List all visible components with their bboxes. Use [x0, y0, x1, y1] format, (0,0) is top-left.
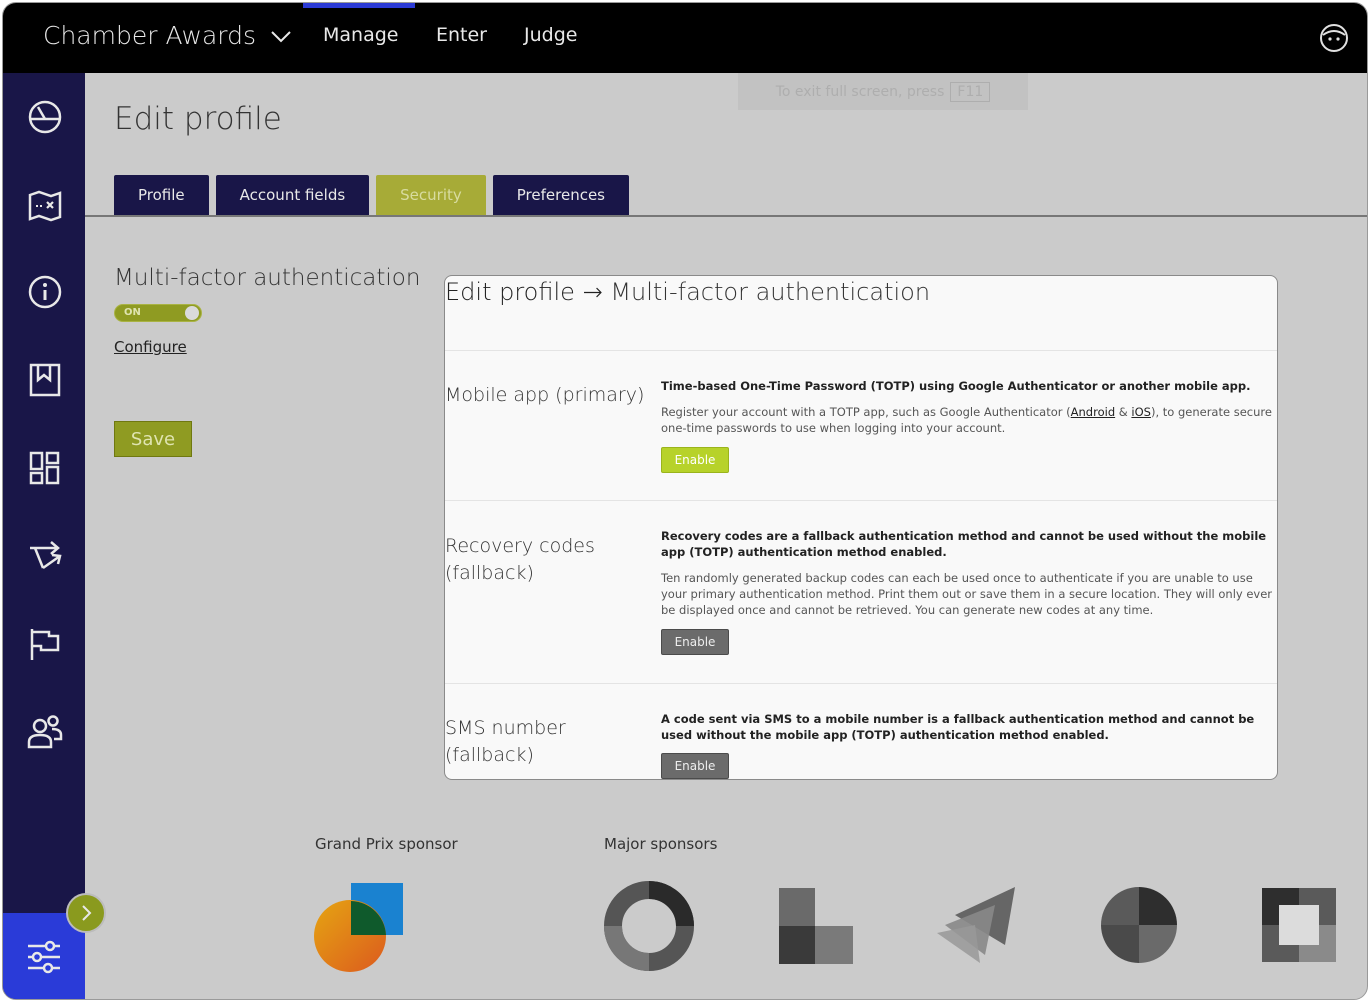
chevron-down-icon — [271, 31, 291, 43]
top-bar: Chamber Awards Manage Enter Judge — [3, 3, 1367, 73]
fullscreen-hint-text: To exit full screen, press — [775, 83, 945, 100]
mfa-toggle[interactable]: ON — [114, 304, 202, 322]
section-text: Register your account with a TOTP app, s… — [661, 404, 1273, 436]
section-text: Ten randomly generated backup codes can … — [661, 571, 1273, 617]
toggle-knob — [185, 306, 199, 320]
grand-prix-sponsor-logo[interactable] — [313, 881, 408, 980]
nav-manage[interactable]: Manage — [323, 24, 398, 46]
tab-profile[interactable]: Profile — [114, 175, 209, 215]
section-bold-text: Time-based One-Time Password (TOTP) usin… — [661, 379, 1251, 393]
arrow-right-icon: → — [582, 278, 603, 306]
nav-enter[interactable]: Enter — [436, 24, 487, 46]
configure-link[interactable]: Configure — [114, 338, 187, 356]
sliders-settings-icon[interactable] — [26, 939, 62, 979]
user-profile-icon[interactable] — [1319, 23, 1349, 57]
tab-security[interactable]: Security — [376, 175, 486, 215]
fullscreen-hint: To exit full screen, press F11 — [738, 73, 1028, 110]
sponsor-logo-frame[interactable] — [1262, 888, 1336, 966]
sponsor-logo-pie[interactable] — [1099, 885, 1179, 969]
info-icon[interactable] — [25, 272, 65, 312]
android-link[interactable]: Android — [1071, 405, 1115, 419]
sponsor-logo-blocks[interactable] — [779, 888, 853, 968]
toggle-label: ON — [124, 307, 141, 318]
modal-title-prefix: Edit profile — [445, 278, 575, 306]
section-bold-text: A code sent via SMS to a mobile number i… — [661, 712, 1255, 742]
app-title: Chamber Awards — [43, 21, 257, 50]
enable-recovery-codes-button[interactable]: Enable — [661, 629, 729, 655]
app-switcher[interactable]: Chamber Awards — [43, 21, 292, 50]
save-button[interactable]: Save — [114, 421, 192, 457]
sponsor-logo-ring[interactable] — [603, 880, 695, 976]
mfa-modal: Edit profile → Multi-factor authenticati… — [444, 275, 1278, 780]
mfa-heading: Multi-factor authentication — [114, 265, 421, 291]
flag-icon[interactable] — [25, 624, 65, 664]
section-recovery-codes: Recovery codes (fallback) Recovery codes… — [445, 500, 1277, 683]
dashboard-gauge-icon[interactable] — [25, 97, 65, 137]
fullscreen-hint-key: F11 — [950, 81, 991, 102]
tab-account-fields[interactable]: Account fields — [215, 175, 370, 215]
map-icon[interactable] — [25, 185, 65, 225]
tabs-divider — [85, 215, 1367, 217]
section-label: SMS number (fallback) — [445, 717, 566, 766]
section-sms: SMS number (fallback) A code sent via SM… — [445, 683, 1277, 779]
section-bold-text: Recovery codes are a fallback authentica… — [661, 529, 1267, 559]
workflow-arrows-icon[interactable] — [25, 536, 65, 576]
major-sponsors-label: Major sponsors — [604, 835, 718, 853]
section-label: Mobile app (primary) — [445, 384, 645, 406]
app-frame: Chamber Awards Manage Enter Judge To exi… — [2, 2, 1368, 1000]
enable-sms-button[interactable]: Enable — [661, 753, 729, 779]
users-icon[interactable] — [25, 712, 65, 752]
tab-preferences[interactable]: Preferences — [492, 175, 629, 215]
modal-title-suffix: Multi-factor authentication — [610, 278, 931, 306]
sponsor-logo-arrows[interactable] — [935, 885, 1017, 971]
grand-prix-sponsor-label: Grand Prix sponsor — [315, 835, 458, 853]
sidebar — [3, 73, 85, 999]
section-label: Recovery codes (fallback) — [445, 535, 595, 584]
grid-layout-icon[interactable] — [25, 448, 65, 488]
chevron-right-icon — [82, 905, 92, 921]
nav-active-indicator — [303, 3, 415, 8]
section-mobile-app: Mobile app (primary) Time-based One-Time… — [445, 350, 1277, 500]
ios-link[interactable]: iOS — [1131, 405, 1151, 419]
modal-title: Edit profile → Multi-factor authenticati… — [445, 278, 930, 306]
profile-tabs: Profile Account fields Security Preferen… — [114, 175, 629, 215]
nav-judge[interactable]: Judge — [524, 24, 577, 46]
bookmark-icon[interactable] — [25, 360, 65, 400]
enable-totp-button[interactable]: Enable — [661, 447, 729, 473]
page-title: Edit profile — [114, 101, 282, 137]
section-text-part: Register your account with a TOTP app, s… — [661, 405, 1071, 419]
expand-sidebar-button[interactable] — [66, 893, 106, 933]
section-text-part: & — [1115, 405, 1132, 419]
